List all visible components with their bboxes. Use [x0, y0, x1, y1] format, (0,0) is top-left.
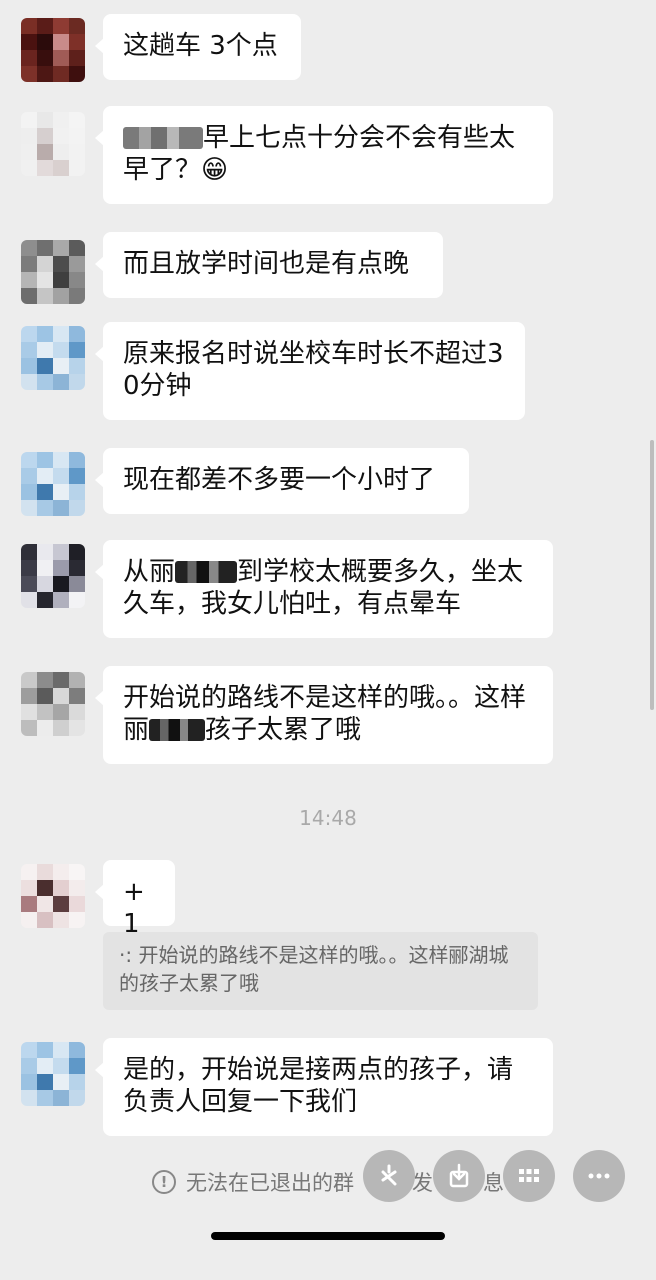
message-text: 是的，开始说是接两点的孩子，请负责人回复一下我们 [123, 1055, 514, 1117]
message-bubble[interactable]: 现在都差不多要一个小时了 [95, 448, 469, 514]
grid-icon[interactable] [503, 1150, 555, 1202]
message-text: 这趟车 3个点 [123, 31, 278, 61]
avatar[interactable] [21, 452, 85, 516]
message-bubble[interactable]: 早上七点十分会不会有些太早了？😁 [95, 106, 553, 204]
avatar[interactable] [21, 112, 85, 176]
quote-text: 开始说的路线不是这样的哦。。这样郦湖城的孩子太累了哦 [119, 943, 509, 995]
scrollbar[interactable] [650, 440, 654, 710]
message-text: 从丽 [123, 557, 176, 587]
message-text: 开始说的路线不是这样的哦。。这 [123, 683, 501, 713]
home-indicator[interactable] [211, 1232, 445, 1240]
redacted-text [149, 719, 206, 741]
more-icon[interactable] [573, 1150, 625, 1202]
grin-emoji: 😁 [201, 155, 229, 185]
avatar[interactable] [21, 326, 85, 390]
restaurant-icon[interactable] [363, 1150, 415, 1202]
avatar[interactable] [21, 18, 85, 82]
message-text: +1 [123, 877, 145, 939]
avatar[interactable] [21, 544, 85, 608]
avatar[interactable] [21, 672, 85, 736]
message-bubble[interactable]: 开始说的路线不是这样的哦。。这样丽 孩子太累了哦 [95, 666, 553, 764]
redacted-text [175, 561, 238, 583]
timestamp: 14:48 [299, 806, 357, 830]
info-icon: ! [152, 1170, 176, 1194]
avatar[interactable] [21, 1042, 85, 1106]
download-icon[interactable] [433, 1150, 485, 1202]
message-bubble[interactable]: +1 [95, 860, 175, 939]
message-bubble[interactable]: 这趟车 3个点 [95, 14, 301, 80]
redacted-text [123, 127, 203, 149]
message-bubble[interactable]: 而且放学时间也是有点晚 [95, 232, 443, 298]
message-text: 孩子太累了哦 [205, 715, 362, 745]
message-bubble[interactable]: 原来报名时说坐校车时长不超过30分钟 [95, 322, 525, 420]
message-text: 现在都差不多要一个小时了 [123, 465, 436, 495]
message-bubble[interactable]: 从丽 到学校太概要多久，坐太久车，我女儿怕吐，有点晕车 [95, 540, 553, 638]
notice-text: 无法在已退出的群 [186, 1171, 354, 1195]
avatar[interactable] [21, 864, 85, 928]
avatar[interactable] [21, 240, 85, 304]
quoted-message[interactable]: ·: 开始说的路线不是这样的哦。。这样郦湖城的孩子太累了哦 [103, 932, 538, 1010]
message-text: 而且放学时间也是有点晚 [123, 249, 410, 279]
quote-prefix: ·: [119, 943, 133, 967]
notice-text: 发 [412, 1171, 433, 1195]
message-text: 原来报名时说坐校车时长不超过30分钟 [123, 339, 504, 401]
message-bubble[interactable]: 是的，开始说是接两点的孩子，请负责人回复一下我们 [95, 1038, 553, 1136]
notice-text: 息 [483, 1171, 504, 1195]
